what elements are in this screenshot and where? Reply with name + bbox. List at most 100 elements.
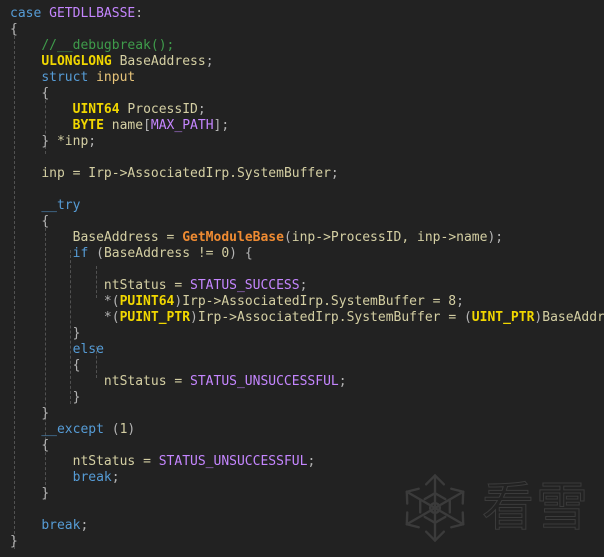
code-line[interactable]: { [0,86,604,102]
code-token-ident: input [96,70,136,85]
code-line[interactable]: case GETDLLBASSE: [0,6,604,22]
code-token-punc: ) [229,246,245,261]
code-token-punc: ) [127,422,136,437]
code-line[interactable]: *(PUINT_PTR)Irp->AssociatedIrp.SystemBuf… [0,310,604,326]
code-line[interactable]: ntStatus = STATUS_SUCCESS; [0,278,604,294]
code-line[interactable]: { [0,358,604,374]
code-token-id: *inp [49,134,89,149]
code-token-type: PUINT64 [119,294,175,309]
code-token-macro: STATUS_UNSUCCESSFUL [158,454,308,469]
code-token-punc: ; [111,470,120,485]
code-token-punc: ; [330,166,339,181]
code-token-punc: { [244,246,253,261]
code-token-punc: ) [190,310,198,325]
code-token-macro: STATUS_SUCCESS [190,278,300,293]
code-token-id: inp->ProcessID, inp->name [291,230,488,245]
code-token-punc: *( [103,310,120,325]
code-token-punc: ; [338,374,347,389]
code-token-id [104,422,112,437]
code-line[interactable]: ULONGLONG BaseAddress; [0,54,604,70]
code-token-id: ntStatus = [72,454,159,469]
code-line[interactable]: } [0,534,604,550]
code-token-id: BaseAddress [111,54,206,69]
code-line[interactable] [0,262,604,278]
code-line[interactable] [0,150,604,166]
code-token-id [41,6,49,21]
code-token-id: BaseAddress [542,310,604,325]
code-token-id [88,246,96,261]
code-token-punc: ; [299,278,308,293]
code-token-id: Irp->AssociatedIrp.SystemBuffer = 8 [182,294,457,309]
code-line[interactable] [0,502,604,518]
code-line[interactable]: if (BaseAddress != 0) { [0,246,604,262]
code-line[interactable]: __try [0,198,604,214]
code-token-fn: GetModuleBase [182,230,284,245]
code-token-macro: MAX_PATH [150,118,214,133]
code-token-id: BaseAddress = [72,230,183,245]
code-line[interactable]: __except (1) [0,422,604,438]
code-token-punc: ; [88,134,97,149]
code-token-punc: ; [307,454,316,469]
code-token-punc: { [41,86,50,101]
code-token-kw: break [41,518,81,533]
code-token-punc: } [10,534,18,549]
code-content[interactable]: case GETDLLBASSE:{ //__debugbreak(); ULO… [0,0,604,550]
code-token-id: ntStatus = [103,374,191,389]
code-token-punc: *( [103,294,120,309]
code-line[interactable]: { [0,214,604,230]
code-token-punc: } [72,326,81,341]
code-token-type: PUINT_PTR [119,310,191,325]
code-token-id: name [103,118,144,133]
code-line[interactable]: } [0,390,604,406]
code-token-id: BaseAddress != 0 [103,246,230,261]
code-line[interactable]: { [0,438,604,454]
code-line[interactable]: { [0,22,604,38]
code-token-cmt: //__debugbreak(); [41,38,175,53]
code-token-punc: ( [96,246,104,261]
code-line[interactable]: } [0,486,604,502]
code-editor[interactable]: 看雪 case GETDLLBASSE:{ //__debugbreak(); … [0,0,604,557]
code-line[interactable]: ntStatus = STATUS_UNSUCCESSFUL; [0,454,604,470]
code-token-kw: struct [41,70,89,85]
code-line[interactable]: break; [0,470,604,486]
code-token-punc: } [72,390,81,405]
code-line[interactable]: UINT64 ProcessID; [0,102,604,118]
code-token-id: ntStatus = [103,278,191,293]
code-token-punc: { [72,358,81,373]
code-line[interactable]: BaseAddress = GetModuleBase(inp->Process… [0,230,604,246]
code-line[interactable]: struct input [0,70,604,86]
code-line[interactable]: } *inp; [0,134,604,150]
code-token-type: BYTE [72,118,104,133]
code-token-punc: ; [456,294,464,309]
code-token-kw: if [72,246,89,261]
code-line[interactable]: inp = Irp->AssociatedIrp.SystemBuffer; [0,166,604,182]
code-token-punc: : [135,6,144,21]
code-line[interactable]: *(PUINT64)Irp->AssociatedIrp.SystemBuffe… [0,294,604,310]
code-token-punc: ( [463,310,472,325]
code-token-punc: } [41,406,50,421]
code-line[interactable]: } [0,406,604,422]
code-token-punc: ); [487,230,504,245]
code-token-punc: ; [197,102,206,117]
code-token-type: ULONGLONG [41,54,112,69]
code-line[interactable]: ntStatus = STATUS_UNSUCCESSFUL; [0,374,604,390]
code-token-punc: { [41,214,50,229]
code-token-kw: case [10,6,42,21]
code-token-punc: ]; [213,118,230,133]
code-line[interactable]: //__debugbreak(); [0,38,604,54]
code-token-punc: } [41,134,50,149]
code-line[interactable] [0,182,604,198]
code-token-type: UINT64 [72,102,120,117]
code-token-type: UINT_PTR [471,310,535,325]
code-token-punc: { [10,22,18,37]
code-token-id: inp = Irp->AssociatedIrp.SystemBuffer [41,166,331,181]
code-line[interactable]: break; [0,518,604,534]
code-token-punc: ; [80,518,89,533]
code-line[interactable]: BYTE name[MAX_PATH]; [0,118,604,134]
code-token-kw: __except [41,422,104,437]
code-token-macro: STATUS_UNSUCCESSFUL [190,374,339,389]
code-line[interactable]: } [0,326,604,342]
code-token-punc: ; [205,54,214,69]
code-line[interactable]: else [0,342,604,358]
code-token-kw: break [72,470,112,485]
